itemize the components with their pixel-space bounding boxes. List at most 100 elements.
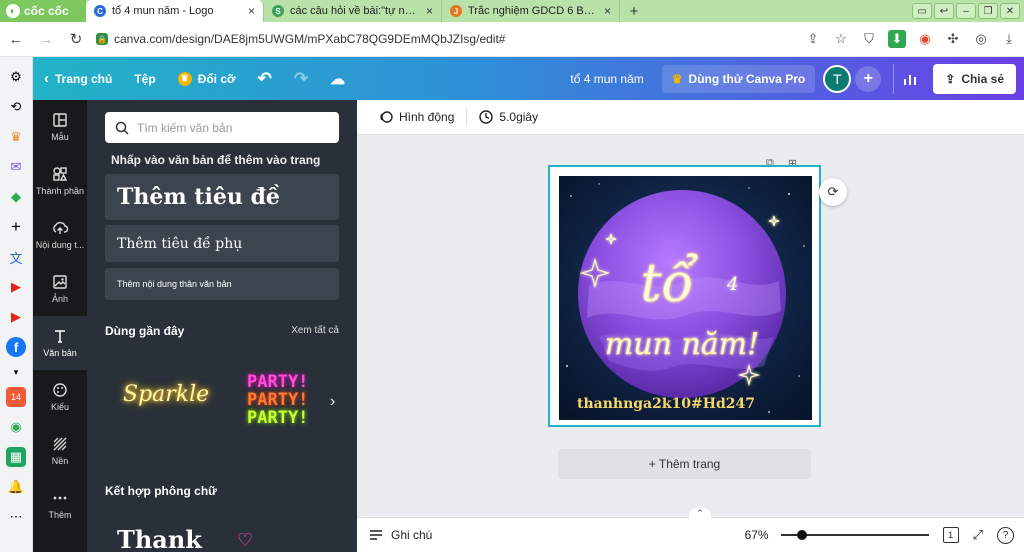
more-dots-icon[interactable]: ⋯ [6,507,26,527]
rail-label: Nội dung t... [35,240,85,250]
design-watermark: thanhnga2k10#Hd247 [577,396,755,412]
rail-label: Nền [51,456,69,466]
design-page[interactable]: tổ 4 mun năm! thanhnga2k10#Hd247 [548,165,821,427]
shield-icon[interactable]: ⛉ [860,30,878,48]
undo-button[interactable]: ↶ [247,57,283,100]
youtube-icon[interactable]: ▶ [6,307,26,327]
notes-button[interactable]: Ghi chú [357,528,432,542]
translate-icon[interactable]: 文 [6,247,26,267]
coccoc-brand[interactable]: ◐ cốc cốc [0,0,86,22]
youtube-icon[interactable]: ▶ [6,277,26,297]
add-icon[interactable]: + [6,217,26,237]
forward-arrow-icon[interactable]: → [36,29,56,49]
history-icon[interactable]: ⟲ [6,97,26,117]
bell-icon[interactable]: 🔔 [6,477,26,497]
duration-button[interactable]: 5.0giây [467,110,550,124]
bookmark-star-icon[interactable]: ☆ [832,30,850,48]
design-artwork[interactable]: tổ 4 mun năm! thanhnga2k10#Hd247 [559,176,812,420]
home-button[interactable]: ‹ Trang chủ [33,57,123,100]
tab-search-icon[interactable]: ▭ [912,3,932,19]
rail-styles[interactable]: Kiểu [33,370,87,424]
more-icon[interactable]: ▾ [6,367,26,377]
add-body-text-button[interactable]: Thêm nội dung thân văn bản [105,268,339,300]
chrome-icon[interactable]: ◉ [916,30,934,48]
game-icon[interactable]: ◆ [6,187,26,207]
back-icon[interactable]: ↩ [934,3,954,19]
restore-icon[interactable]: ❐ [978,3,998,19]
font-combo-preview[interactable]: Thank [117,525,202,552]
sheets-icon[interactable]: ▦ [6,447,26,467]
back-arrow-icon[interactable]: ← [6,29,26,49]
font-combo-title: Kết hợp phông chữ [105,484,217,498]
see-all-link[interactable]: Xem tất cả [291,325,339,336]
add-subheading-button[interactable]: Thêm tiêu đề phụ [105,225,339,262]
page-count-badge[interactable]: 1 [942,527,959,543]
recent-sparkle-style[interactable]: Sparkle [123,382,209,407]
screenshot-root: ◐ cốc cốc C tổ 4 mun năm - Logo × S các … [0,0,1024,552]
help-icon[interactable]: ? [997,526,1014,544]
browser-tab-questions[interactable]: S các câu hỏi về bài:"tự nhận th × [264,0,442,22]
try-canva-pro-button[interactable]: ♛ Dùng thử Canva Pro [661,64,816,93]
animate-button[interactable]: Hình động [367,110,466,124]
tab-close-icon[interactable]: × [604,4,611,18]
editor-bottom-bar: ⌃ Ghi chú 67% 1 ⤢ ? [357,508,1024,552]
canva-side-rail: Mẫu Thành phần Nội dung t... Ảnh Văn bản… [33,100,87,552]
downloads-icon[interactable]: ⤓ [1000,30,1018,48]
gear-icon[interactable]: ⚙ [6,67,26,87]
clock-icon [479,110,494,124]
font-combo-preview-2[interactable]: ♡ [237,530,277,550]
fullscreen-icon[interactable]: ⤢ [973,527,983,543]
rail-more[interactable]: Thêm [33,478,87,532]
rotate-refresh-icon[interactable]: ⟳ [819,178,847,206]
rail-text[interactable]: Văn bản [33,316,87,370]
zoom-level[interactable]: 67% [745,528,769,542]
avatar[interactable]: T [823,64,852,93]
rail-background[interactable]: Nền [33,424,87,478]
new-tab-button[interactable]: + [624,1,644,21]
browser-tab-quiz[interactable]: J Trắc nghiệm GDCD 6 Bài 6 (c × [442,0,620,22]
url-field[interactable]: 🔒 canva.com/design/DAE8jm5UWGM/mPXabC78Q… [96,26,794,52]
zoom-slider[interactable] [780,530,929,540]
reload-icon[interactable]: ↻ [66,29,86,49]
expand-pages-handle[interactable]: ⌃ [689,508,711,520]
messenger-icon[interactable]: ✉ [6,157,26,177]
add-collaborator-button[interactable]: + [855,65,882,92]
rail-label: Ảnh [51,294,68,304]
share-icon: ⇪ [945,71,956,86]
profile-icon[interactable]: ◎ [972,30,990,48]
rail-templates[interactable]: Mẫu [33,100,87,154]
minimize-icon[interactable]: – [956,3,976,19]
share-button[interactable]: ⇪ Chia sẻ [933,63,1016,94]
zoom-slider-knob[interactable] [797,530,808,540]
file-menu-button[interactable]: Tệp [123,57,166,100]
browser-tab-canva[interactable]: C tổ 4 mun năm - Logo × [86,0,264,22]
tab-close-icon[interactable]: × [426,4,433,18]
rail-elements[interactable]: Thành phần [33,154,87,208]
download-green-icon[interactable]: ⬇ [888,30,906,48]
coccoc-logo-icon: ◐ [6,4,20,18]
facebook-icon[interactable]: f [6,337,26,357]
share-page-icon[interactable]: ⇪ [804,30,822,48]
close-window-icon[interactable]: ✕ [1000,3,1020,19]
recent-party-style[interactable]: PARTY! PARTY! PARTY! [247,373,308,427]
cloud-saved-icon[interactable]: ☁ [319,57,356,100]
add-page-button[interactable]: + Thêm trang [558,449,811,479]
animate-label: Hình động [399,110,455,124]
extensions-icon[interactable]: ✣ [944,30,962,48]
text-icon [55,330,65,343]
resize-button[interactable]: ♛ Đổi cỡ [167,57,247,100]
crown-icon[interactable]: ♛ [6,127,26,147]
redo-button[interactable]: ↷ [283,57,319,100]
animate-icon [380,111,393,123]
lock-icon: 🔒 [96,33,108,45]
rail-uploads[interactable]: Nội dung t... [33,208,87,262]
chevron-right-icon[interactable]: › [330,393,335,411]
tab-close-icon[interactable]: × [248,4,255,18]
document-title[interactable]: tổ 4 mun năm [570,72,643,86]
text-search-input[interactable]: Tìm kiếm văn bản [105,112,339,143]
calendar-icon[interactable]: 14 [6,387,26,407]
rail-photos[interactable]: Ảnh [33,262,87,316]
insights-chart-icon[interactable] [893,63,927,94]
maps-icon[interactable]: ◉ [6,417,26,437]
add-heading-button[interactable]: Thêm tiêu đề [105,174,339,220]
